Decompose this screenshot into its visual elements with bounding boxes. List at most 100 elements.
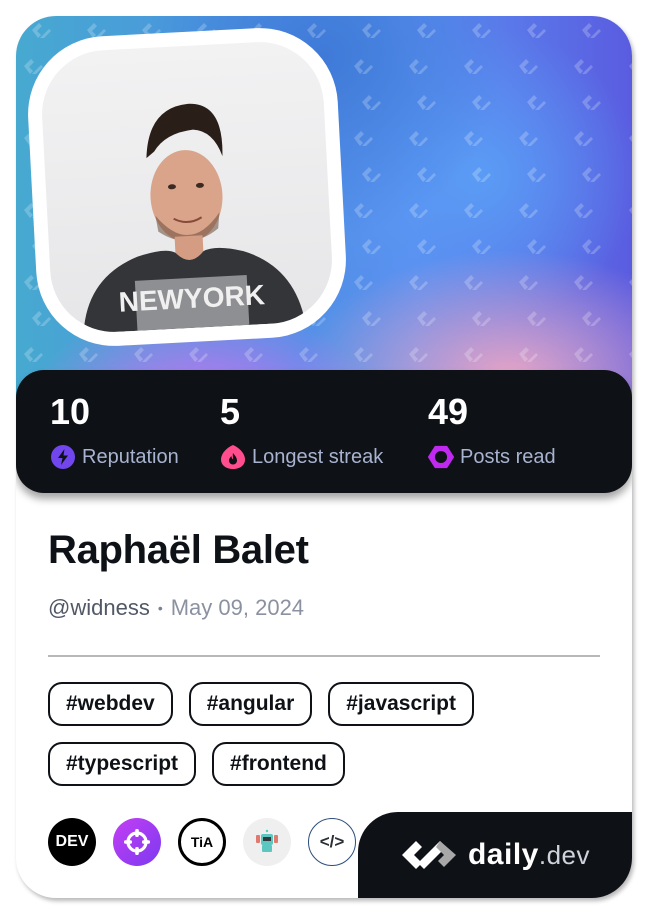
pattern-logo bbox=[519, 203, 538, 218]
dev-to-icon: DEV bbox=[55, 833, 89, 850]
pattern-logo bbox=[362, 167, 381, 182]
pattern-logo bbox=[409, 131, 428, 146]
robot-badge[interactable] bbox=[243, 818, 291, 866]
pattern-logo bbox=[574, 59, 593, 74]
divider bbox=[48, 655, 600, 657]
avatar: NEWYORK bbox=[38, 38, 336, 336]
pattern-logo bbox=[582, 167, 601, 182]
tia-badge[interactable]: TiA bbox=[178, 818, 226, 866]
pattern-logo bbox=[362, 95, 381, 110]
avatar-photo: NEWYORK bbox=[83, 103, 306, 334]
pattern-logo bbox=[574, 203, 593, 218]
pattern-logo bbox=[527, 239, 546, 254]
pattern-logo bbox=[409, 347, 428, 362]
pattern-logo bbox=[582, 239, 601, 254]
pattern-logo bbox=[527, 95, 546, 110]
pattern-logo bbox=[472, 239, 491, 254]
pattern-logo bbox=[134, 347, 153, 362]
stat-label: Posts read bbox=[460, 446, 556, 468]
pattern-logo bbox=[409, 59, 428, 74]
crosshair-icon bbox=[124, 829, 150, 855]
pattern-logo bbox=[417, 23, 436, 38]
cover-background: NEWYORK bbox=[16, 16, 632, 416]
pattern-logo bbox=[527, 23, 546, 38]
tag-chip[interactable]: #typescript bbox=[48, 742, 197, 786]
stats-bar: 10 Reputation 5 Longest streak 49 Posts … bbox=[16, 370, 632, 493]
pattern-logo bbox=[189, 347, 208, 362]
flame-icon bbox=[220, 444, 246, 470]
pattern-logo bbox=[574, 131, 593, 146]
tag-list: #webdev #angular #javascript #typescript… bbox=[48, 682, 608, 786]
stat-reputation: 10 Reputation bbox=[50, 392, 179, 470]
stat-value: 10 bbox=[50, 391, 91, 432]
pattern-logo bbox=[629, 59, 632, 74]
pattern-logo bbox=[629, 347, 632, 362]
pattern-logo bbox=[629, 203, 632, 218]
pattern-logo bbox=[464, 347, 483, 362]
brand-name: daily bbox=[467, 838, 539, 871]
tag-chip[interactable]: #frontend bbox=[212, 742, 345, 786]
pattern-logo bbox=[362, 23, 381, 38]
daily-dev-logo-icon bbox=[401, 841, 456, 869]
pattern-logo bbox=[582, 23, 601, 38]
source-badges: DEV TiA </> bbox=[48, 818, 356, 866]
pattern-logo bbox=[354, 347, 373, 362]
code-icon: </> bbox=[319, 832, 345, 851]
pattern-logo bbox=[32, 311, 51, 326]
pattern-logo bbox=[464, 59, 483, 74]
pattern-logo bbox=[409, 203, 428, 218]
stat-posts-read: 49 Posts read bbox=[428, 392, 556, 470]
pattern-logo bbox=[24, 347, 43, 362]
pattern-logo bbox=[354, 131, 373, 146]
username: @widness bbox=[48, 595, 150, 620]
pattern-logo bbox=[519, 131, 538, 146]
stat-value: 5 bbox=[220, 391, 241, 432]
pattern-logo bbox=[354, 275, 373, 290]
code-badge[interactable]: </> bbox=[308, 818, 356, 866]
pattern-logo bbox=[464, 131, 483, 146]
pattern-logo bbox=[629, 275, 632, 290]
pattern-logo bbox=[362, 311, 381, 326]
pattern-logo bbox=[519, 275, 538, 290]
tag-chip[interactable]: #javascript bbox=[328, 682, 474, 726]
tag-chip[interactable]: #webdev bbox=[48, 682, 173, 726]
pattern-logo bbox=[362, 239, 381, 254]
crosshair-badge[interactable] bbox=[113, 818, 161, 866]
pattern-logo bbox=[464, 203, 483, 218]
tag-chip[interactable]: #angular bbox=[188, 682, 313, 726]
pattern-logo bbox=[417, 311, 436, 326]
pattern-logo bbox=[574, 275, 593, 290]
pattern-logo bbox=[472, 311, 491, 326]
profile-name: Raphaël Balet bbox=[48, 528, 309, 572]
stat-label: Reputation bbox=[82, 446, 179, 468]
stat-longest-streak: 5 Longest streak bbox=[220, 392, 383, 470]
joined-date: May 09, 2024 bbox=[170, 595, 305, 620]
pattern-logo bbox=[582, 311, 601, 326]
avatar-frame: NEWYORK bbox=[24, 24, 350, 350]
pattern-logo bbox=[472, 23, 491, 38]
devcard: NEWYORK 10 Reputation 5 Longest streak 4… bbox=[16, 16, 632, 898]
pattern-logo bbox=[307, 23, 326, 38]
lightning-icon bbox=[50, 444, 76, 470]
pattern-logo bbox=[417, 95, 436, 110]
pattern-logo bbox=[629, 131, 632, 146]
pattern-logo bbox=[519, 59, 538, 74]
daily-dev-logo: daily.dev bbox=[358, 812, 632, 898]
pattern-logo bbox=[527, 311, 546, 326]
brand-tld: .dev bbox=[538, 840, 591, 870]
dev-to-badge[interactable]: DEV bbox=[48, 818, 96, 866]
ring-icon bbox=[428, 444, 454, 470]
pattern-logo bbox=[354, 203, 373, 218]
pattern-logo bbox=[79, 347, 98, 362]
pattern-logo bbox=[32, 23, 51, 38]
pattern-logo bbox=[409, 275, 428, 290]
separator-dot: • bbox=[157, 600, 163, 616]
stat-label: Longest streak bbox=[252, 446, 384, 468]
robot-icon bbox=[256, 829, 278, 852]
pattern-logo bbox=[519, 347, 538, 362]
pattern-logo bbox=[299, 347, 318, 362]
pattern-logo bbox=[527, 167, 546, 182]
pattern-logo bbox=[244, 347, 263, 362]
stat-value: 49 bbox=[428, 391, 469, 432]
pattern-logo bbox=[354, 59, 373, 74]
